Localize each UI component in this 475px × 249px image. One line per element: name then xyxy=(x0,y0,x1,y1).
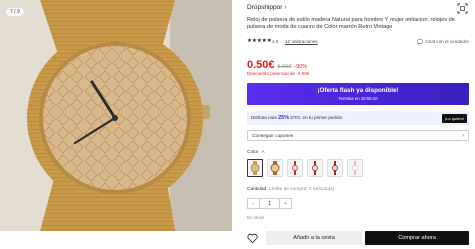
buy-now-button[interactable]: Comprar ahora xyxy=(365,231,469,245)
current-price: 0.50€ xyxy=(247,59,275,71)
reviews-link[interactable]: 12 Valoraciones xyxy=(285,39,318,44)
flash-sale-timer: Termina en 19:55:10 xyxy=(338,96,378,101)
flash-sale-banner: ¡Oferta flash ya disponible! Termina en … xyxy=(247,83,469,105)
product-image-gallery[interactable]: 7 / 9 xyxy=(0,0,232,231)
color-swatch-a[interactable] xyxy=(247,159,263,177)
store-link[interactable]: Dropshippor › xyxy=(247,4,287,11)
quantity-label: Cantidad Límite de compra: 2 artículo(s) xyxy=(247,187,334,192)
claim-coupon-button[interactable]: ¡Lo quiero! xyxy=(441,113,467,123)
rating-value: 4.6 xyxy=(272,38,279,44)
add-to-cart-button[interactable]: Añadir a la cesta xyxy=(266,231,362,245)
product-title: Reloj de pulsera de estilo madera Natura… xyxy=(247,17,455,31)
chat-seller-button[interactable]: Chat con el vendedor xyxy=(417,38,469,45)
original-price: 5.00€ xyxy=(277,64,292,70)
star-rating-icon: ★★★★★ xyxy=(247,38,272,44)
potential-discount: Descuento potencial de -4.50€ xyxy=(247,71,310,76)
purchase-limit: Límite de compra: 2 artículo(s) xyxy=(269,187,335,192)
coupon-suffix: DTO. en tu primer pedido xyxy=(290,115,343,120)
color-swatch-e[interactable] xyxy=(327,159,343,177)
store-name: Dropshippor xyxy=(247,4,283,11)
chat-seller-label: Chat con el vendedor xyxy=(425,39,469,44)
heart-icon[interactable] xyxy=(247,233,258,244)
color-swatch-f[interactable] xyxy=(347,159,363,177)
watch-thumb-icon xyxy=(332,161,338,175)
coupon-prefix: Disfruta más xyxy=(251,115,277,120)
quantity-label-text: Cantidad xyxy=(247,187,267,192)
get-coupons-dropdown[interactable]: Conseguir cupones › xyxy=(247,130,469,141)
color-swatch-c[interactable] xyxy=(287,159,303,177)
color-label-text: Color xyxy=(247,150,259,155)
price-row: 0.50€ 5.00€ -90% xyxy=(247,59,307,71)
coupon-text: Disfruta más 25% DTO. en tu primer pedid… xyxy=(251,115,342,121)
flash-sale-title: ¡Oferta flash ya disponible! xyxy=(317,87,399,94)
watch-thumb-icon xyxy=(312,161,318,175)
watch-thumb-icon xyxy=(352,161,358,175)
quantity-input[interactable]: 1 xyxy=(259,199,280,208)
chat-icon xyxy=(417,38,424,45)
increase-quantity-button[interactable]: + xyxy=(280,201,291,207)
discount-badge: -90% xyxy=(294,64,308,70)
watch-thumb-icon xyxy=(292,161,298,175)
rating-row: ★★★★★ 4.6 12 Valoraciones Chat con el ve… xyxy=(247,38,469,46)
color-swatch-d[interactable] xyxy=(307,159,323,177)
stock-status: En stock xyxy=(247,215,265,220)
action-bar: Añadir a la cesta Comprar ahora xyxy=(247,231,469,245)
watch-thumb-icon xyxy=(270,161,280,175)
decrease-quantity-button[interactable]: − xyxy=(248,201,259,207)
scan-icon[interactable] xyxy=(457,3,468,14)
image-counter: 7 / 9 xyxy=(6,8,24,16)
color-selected-value: A xyxy=(261,150,265,155)
quantity-stepper: − 1 + xyxy=(247,198,292,209)
chevron-right-icon: › xyxy=(284,4,287,11)
get-coupons-label: Conseguir cupones xyxy=(252,133,294,139)
first-order-coupon-bar: Disfruta más 25% DTO. en tu primer pedid… xyxy=(247,111,469,125)
color-label: Color A xyxy=(247,150,265,155)
watch-thumb-icon xyxy=(250,161,260,175)
watch-image xyxy=(0,0,232,231)
chevron-right-icon: › xyxy=(462,132,464,139)
color-swatches xyxy=(247,159,363,177)
color-swatch-b[interactable] xyxy=(267,159,283,177)
coupon-percent: 25% xyxy=(278,115,290,121)
